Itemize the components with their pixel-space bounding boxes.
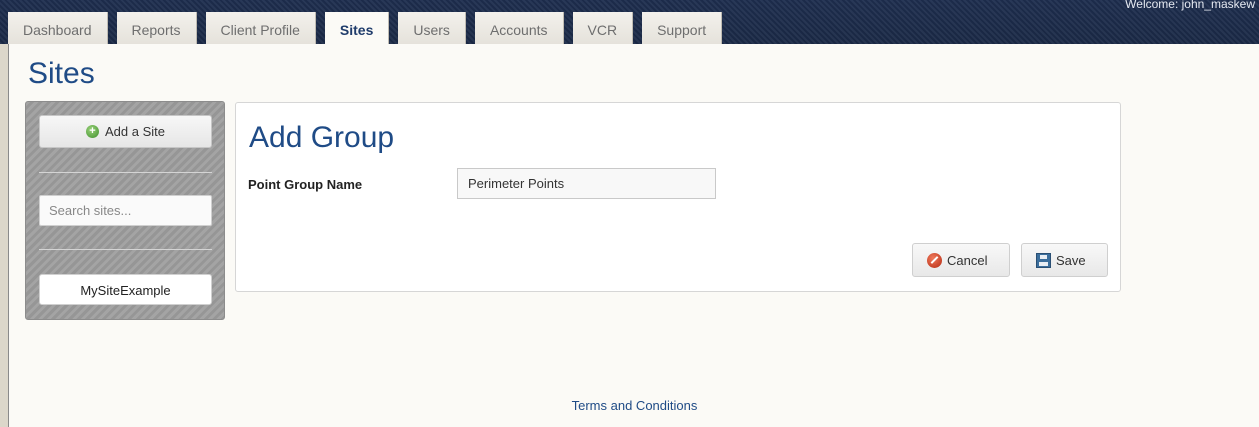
search-sites-input[interactable]: [39, 195, 212, 226]
cancel-button[interactable]: Cancel: [912, 243, 1010, 277]
point-group-name-input[interactable]: [457, 168, 716, 199]
plus-circle-icon: +: [86, 125, 99, 138]
add-site-label: Add a Site: [105, 124, 165, 139]
cancel-label: Cancel: [947, 252, 988, 268]
site-item-mysiteexample[interactable]: MySiteExample: [39, 274, 212, 305]
tab-reports[interactable]: Reports: [116, 12, 197, 44]
tab-users[interactable]: Users: [398, 12, 466, 44]
add-group-panel: Add Group Point Group Name Cancel Save: [235, 102, 1121, 292]
main-content: Sites + Add a Site MySiteExample Add Gro…: [8, 44, 1259, 427]
tab-dashboard[interactable]: Dashboard: [8, 12, 108, 44]
sidebar-divider: [39, 249, 212, 250]
sidebar-divider: [39, 172, 212, 173]
main-nav-tabs: Dashboard Reports Client Profile Sites U…: [8, 12, 731, 44]
floppy-disk-icon: [1036, 252, 1051, 268]
tab-sites[interactable]: Sites: [324, 12, 390, 44]
add-site-button[interactable]: + Add a Site: [39, 115, 212, 148]
save-label: Save: [1056, 252, 1086, 268]
tab-client-profile[interactable]: Client Profile: [205, 12, 316, 44]
terms-and-conditions-link[interactable]: Terms and Conditions: [9, 398, 1259, 413]
save-button[interactable]: Save: [1021, 243, 1108, 277]
tab-support[interactable]: Support: [642, 12, 723, 44]
panel-title: Add Group: [249, 121, 395, 154]
point-group-name-label: Point Group Name: [248, 177, 363, 192]
page-title: Sites: [28, 57, 95, 90]
cancel-icon: [927, 252, 942, 268]
tab-vcr[interactable]: VCR: [572, 12, 634, 44]
sites-sidebar: + Add a Site MySiteExample: [25, 101, 225, 320]
welcome-text: Welcome: john_maskew: [1125, 0, 1255, 11]
tab-accounts[interactable]: Accounts: [474, 12, 564, 44]
